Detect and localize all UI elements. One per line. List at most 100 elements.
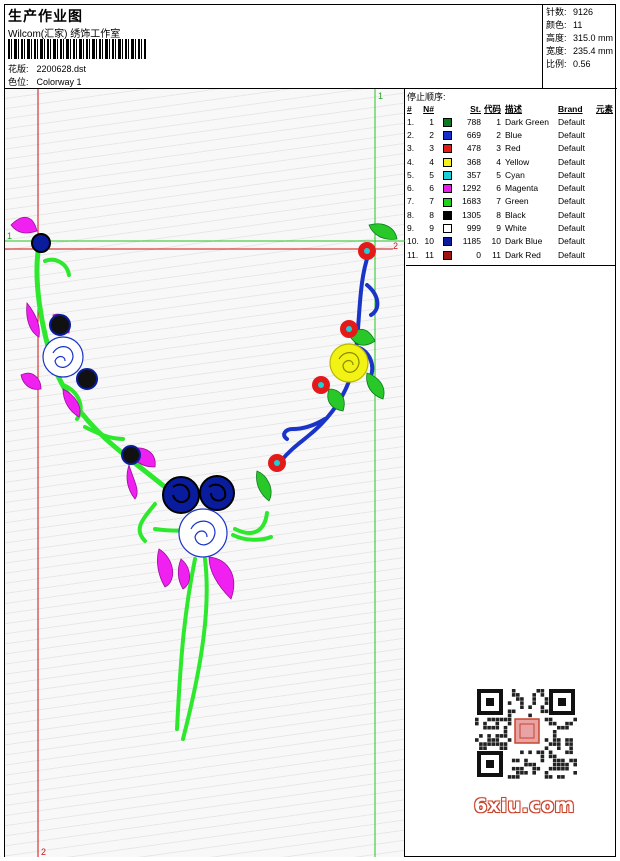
table-row: 4. 4 368 4 Yellow Default <box>406 155 616 168</box>
row-color-swatch <box>443 248 455 261</box>
row-stitches: 478 <box>466 143 481 154</box>
design-stats: 针数: 9126 颜色: 11 高度: 315.0 mm 宽度: 235.4 mm 比例… <box>544 5 616 89</box>
table-header-row: # N# St. 代码 描述 Brand 元素 <box>406 102 616 115</box>
table-row: 10. 10 1185 10 Dark Blue Default <box>406 235 616 248</box>
row-element <box>596 235 616 248</box>
row-index: 1. <box>407 116 415 127</box>
row-code: 11 <box>492 249 501 260</box>
production-sheet: 生产作业图 Wilcom(汇家) 绣饰工作室 花版: 2200628.dst 色… <box>4 4 617 857</box>
row-element <box>596 221 616 234</box>
color-swatch-icon <box>443 210 452 220</box>
row-element <box>596 142 616 155</box>
row-color-swatch <box>443 221 455 234</box>
row-code: 3 <box>496 143 501 154</box>
row-description: Red <box>505 143 521 154</box>
table-row: 3. 3 478 3 Red Default <box>406 142 616 155</box>
qr-center-seal <box>514 718 540 744</box>
row-brand: Default <box>558 196 585 207</box>
row-brand: Default <box>558 129 585 140</box>
row-description: Yellow <box>505 156 530 167</box>
embroidery-preview: 1 1 2 2 <box>5 89 405 857</box>
col-header-stitches: St. <box>470 103 481 114</box>
stop-sequence-rows: 1. 1 788 1 Dark Green Default 2. 2 669 2 Blue Defau… <box>406 115 616 261</box>
right-curl-top <box>365 283 380 317</box>
table-row: 2. 2 669 2 Blue Default <box>406 128 616 141</box>
col-header-index: # <box>407 103 412 114</box>
row-brand: Default <box>558 116 585 127</box>
row-brand: Default <box>558 156 585 167</box>
marker-1-top: 1 <box>378 91 383 101</box>
row-brand: Default <box>558 236 585 247</box>
stat-width: 宽度: 235.4 mm <box>546 46 614 56</box>
qr-code-graphic <box>471 685 581 781</box>
design-label: 花版: <box>8 64 29 74</box>
sheet-title: 生产作业图 <box>8 8 83 24</box>
row-description: Dark Red <box>505 249 541 260</box>
row-element <box>596 195 616 208</box>
row-description: Black <box>505 209 526 220</box>
row-needle: 5 <box>429 169 434 180</box>
row-index: 2. <box>407 129 415 140</box>
row-brand: Default <box>558 169 585 180</box>
row-color-swatch <box>443 142 455 155</box>
col-header-brand: Brand <box>558 103 583 114</box>
row-needle: 1 <box>429 116 434 127</box>
row-needle: 10 <box>424 236 434 247</box>
row-index: 10. <box>407 236 419 247</box>
row-index: 6. <box>407 183 415 194</box>
row-color-swatch <box>443 155 455 168</box>
row-code: 2 <box>496 129 501 140</box>
row-element <box>596 155 616 168</box>
table-row: 9. 9 999 9 White Default <box>406 221 616 234</box>
row-code: 1 <box>496 116 501 127</box>
panel-divider <box>406 265 616 266</box>
row-description: Magenta <box>505 183 539 194</box>
row-index: 4. <box>407 156 415 167</box>
row-brand: Default <box>558 223 585 234</box>
sheet-header: 生产作业图 Wilcom(汇家) 绣饰工作室 花版: 2200628.dst 色… <box>5 5 617 89</box>
site-watermark: 6xiu.com <box>474 795 575 817</box>
row-index: 3. <box>407 143 415 154</box>
marker-2-right: 2 <box>393 241 398 251</box>
header-info: 生产作业图 Wilcom(汇家) 绣饰工作室 花版: 2200628.dst 色… <box>5 5 543 89</box>
table-row: 8. 8 1305 8 Black Default <box>406 208 616 221</box>
row-element <box>596 115 616 128</box>
row-color-swatch <box>443 195 455 208</box>
row-stitches: 0 <box>476 249 481 260</box>
col-header-code: 代码 <box>483 103 501 114</box>
row-code: 6 <box>496 183 501 194</box>
row-needle: 8 <box>429 209 434 220</box>
row-color-swatch <box>443 235 455 248</box>
colorway-value: Colorway 1 <box>36 77 82 87</box>
row-needle: 9 <box>429 223 434 234</box>
row-stitches: 357 <box>466 169 481 180</box>
row-brand: Default <box>558 183 585 194</box>
row-code: 4 <box>496 156 501 167</box>
row-description: Green <box>505 196 529 207</box>
colorway-label: 色位: <box>8 77 29 87</box>
col-header-element: 元素 <box>596 103 614 114</box>
row-color-swatch <box>443 168 455 181</box>
row-element <box>596 128 616 141</box>
row-code: 9 <box>496 223 501 234</box>
row-stitches: 1683 <box>462 196 481 207</box>
stop-sequence-panel: 停止顺序: # N# St. 代码 描述 Brand 元素 1. 1 788 1 Dar… <box>406 89 616 857</box>
row-brand: Default <box>558 143 585 154</box>
left-curl-low <box>83 425 125 441</box>
row-color-swatch <box>443 128 455 141</box>
row-description: Cyan <box>505 169 525 180</box>
design-canvas[interactable]: 1 1 2 2 <box>5 89 405 857</box>
row-brand: Default <box>558 249 585 260</box>
design-row: 花版: 2200628.dst <box>8 62 86 75</box>
center-curl-right <box>231 511 273 542</box>
row-element <box>596 181 616 194</box>
color-swatch-icon <box>443 170 452 180</box>
row-stitches: 368 <box>466 156 481 167</box>
table-row: 11. 11 0 11 Dark Red Default <box>406 248 616 261</box>
table-row: 1. 1 788 1 Dark Green Default <box>406 115 616 128</box>
row-needle: 11 <box>425 249 434 260</box>
row-index: 5. <box>407 169 415 180</box>
row-index: 9. <box>407 223 415 234</box>
color-swatch-icon <box>443 157 452 167</box>
row-stitches: 1185 <box>462 236 481 247</box>
